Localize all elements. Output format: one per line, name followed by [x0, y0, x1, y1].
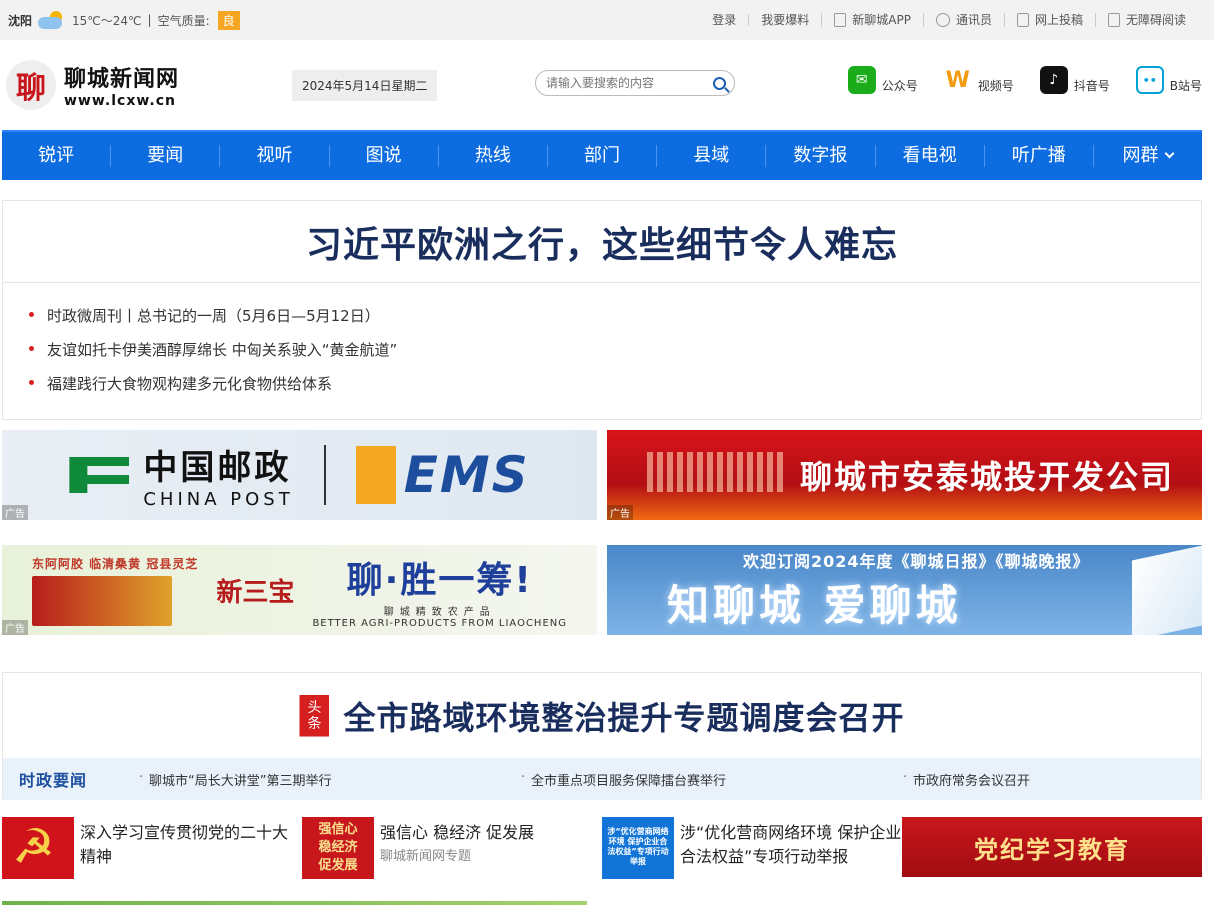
city-name: 沈阳 [8, 13, 33, 28]
bilibili-account[interactable]: •• B站号 [1135, 66, 1202, 94]
top-story-section: 头条 全市路域环境整治提升专题调度会召开 时政要闻 聊城市“局长大讲堂”第三期举… [2, 672, 1202, 800]
headline-title[interactable]: 习近平欧洲之行，这些细节令人难忘 [3, 201, 1201, 283]
feature-party-discipline-banner[interactable]: 党纪学习教育 [902, 817, 1202, 877]
image-strip [2, 901, 587, 905]
phone-icon [834, 13, 847, 27]
political-news-bar: 时政要闻 聊城市“局长大讲堂”第三期举行 全市重点项目服务保障擂台赛举行 市政府… [3, 758, 1201, 800]
wechat-icon: ✉ [847, 66, 876, 94]
douyin-account[interactable]: ♪ 抖音号 [1039, 66, 1110, 94]
business-env-thumb: 涉“优化营商网络环境 保护企业合法权益”专项行动举报 [602, 817, 674, 879]
nav-rexian[interactable]: 热线 [439, 145, 548, 167]
temperature: 15℃～24℃ [72, 13, 142, 28]
logo-url: www.lcxw.cn [64, 93, 176, 109]
douyin-icon: ♪ [1039, 66, 1068, 94]
submit-article-link[interactable]: 网上投稿 [1003, 13, 1095, 27]
ad-china-post[interactable]: 中国邮政 CHINA POST EMS 广告 [2, 430, 597, 520]
report-tip-link[interactable]: 我要爆料 [748, 14, 821, 26]
top-story-badge: 头条 [299, 694, 330, 737]
logo-mark: 聊 [6, 60, 56, 110]
video-channel-account[interactable]: W 视频号 [943, 66, 1014, 94]
air-quality-badge: 良 [217, 10, 240, 30]
video-channel-icon: W [943, 66, 972, 94]
newspaper-image [1132, 545, 1202, 635]
ad-grid: 中国邮政 CHINA POST EMS 广告 聊城市安泰城投开发公司 广告 东阿… [2, 430, 1202, 635]
nav-radio[interactable]: 听广播 [985, 145, 1094, 167]
nav-tv[interactable]: 看电视 [876, 145, 985, 167]
political-news-label: 时政要闻 [19, 771, 88, 790]
logo-name: 聊城新闻网 [64, 67, 180, 92]
feature-party-congress[interactable]: 深入学习宣传贯彻党的二十大精神 [2, 817, 302, 879]
search-box [535, 70, 735, 96]
news-link[interactable]: 全市重点项目服务保障擂台赛举行 [521, 770, 903, 789]
weather-info: 沈阳 15℃～24℃ | 空气质量: 良 [8, 10, 240, 30]
person-icon [935, 13, 950, 27]
app-link[interactable]: 新聊城APP [821, 13, 923, 27]
headline-section: 习近平欧洲之行，这些细节令人难忘 时政微周刊丨总书记的一周（5月6日—5月12日… [2, 200, 1202, 420]
ad-tag: 广告 [607, 505, 633, 520]
main-nav: 锐评 要闻 视听 图说 热线 部门 县域 数字报 看电视 听广播 网群 [2, 130, 1202, 180]
china-post-logo-icon [69, 457, 130, 493]
accessibility-icon [1107, 13, 1120, 27]
ad-agri-products[interactable]: 东阿阿胶 临清桑黄 冠县灵芝 新三宝 聊·胜一筹! 聊城精致农产品 BETTER… [2, 545, 597, 635]
ad-antai[interactable]: 聊城市安泰城投开发公司 广告 [607, 430, 1202, 520]
site-logo[interactable]: 聊 聊城新闻网 www.lcxw.cn [6, 60, 179, 110]
social-accounts: ✉ 公众号 W 视频号 ♪ 抖音号 •• B站号 [847, 66, 1202, 94]
list-item[interactable]: 福建践行大食物观构建多元化食物供给体系 [27, 373, 1201, 394]
top-story-title[interactable]: 头条 全市路域环境整治提升专题调度会召开 [3, 673, 1201, 758]
nav-network-group[interactable]: 网群 [1094, 145, 1202, 167]
nav-digital-paper[interactable]: 数字报 [766, 145, 876, 167]
current-date: 2024年5月14日星期二 [292, 70, 438, 101]
ad-tag: 广告 [2, 620, 28, 635]
party-emblem-icon [2, 817, 74, 879]
ad-newspaper-subscription[interactable]: 欢迎订阅2024年度《聊城日报》《聊城晚报》 知聊城 爱聊城 [607, 545, 1202, 635]
list-item[interactable]: 时政微周刊丨总书记的一周（5月6日—5月12日） [27, 305, 1201, 326]
chevron-down-icon [1165, 148, 1175, 159]
site-header: 聊 聊城新闻网 www.lcxw.cn 2024年5月14日星期二 ✉ 公众号 … [0, 40, 1214, 130]
air-quality-label: 空气质量: [157, 13, 210, 28]
nav-shiting[interactable]: 视听 [220, 145, 330, 167]
partly-cloudy-icon [38, 11, 66, 29]
economy-topic-thumb: 强信心 稳经济 促发展 [302, 817, 374, 879]
wechat-account[interactable]: ✉ 公众号 [847, 66, 918, 94]
nav-xianyu[interactable]: 县域 [657, 145, 767, 167]
top-bar: 沈阳 15℃～24℃ | 空气质量: 良 登录 我要爆料 新聊城APP 通讯员 … [0, 0, 1214, 40]
nav-yaowen[interactable]: 要闻 [111, 145, 221, 167]
nav-ruiping[interactable]: 锐评 [2, 145, 112, 167]
feature-economy[interactable]: 强信心 稳经济 促发展 强信心 稳经济 促发展 聊城新闻网专题 [302, 817, 602, 879]
search-input[interactable] [546, 76, 713, 90]
correspondent-link[interactable]: 通讯员 [922, 13, 1004, 27]
list-item[interactable]: 友谊如托卡伊美酒醇厚绵长 中匈关系驶入“黄金航道” [27, 339, 1201, 360]
document-icon [1016, 13, 1029, 27]
ad-tag: 广告 [2, 505, 28, 520]
gift-box-image [32, 575, 172, 626]
accessibility-link[interactable]: 无障碍阅读 [1094, 13, 1198, 27]
bilibili-icon: •• [1135, 66, 1164, 94]
news-link[interactable]: 聊城市“局长大讲堂”第三期举行 [139, 770, 521, 789]
top-links: 登录 我要爆料 新聊城APP 通讯员 网上投稿 无障碍阅读 [700, 13, 1198, 27]
search-icon[interactable] [713, 76, 726, 90]
ems-logo: EMS [355, 446, 530, 504]
login-link[interactable]: 登录 [700, 14, 748, 26]
skyline-graphic [647, 452, 787, 492]
headline-list: 时政微周刊丨总书记的一周（5月6日—5月12日） 友谊如托卡伊美酒醇厚绵长 中匈… [3, 283, 1201, 394]
nav-tushuo[interactable]: 图说 [330, 145, 439, 167]
agri-brand-seal: 新三宝 [216, 577, 295, 608]
feature-business-env-report[interactable]: 涉“优化营商网络环境 保护企业合法权益”专项行动举报 涉“优化营商网络环境 保护… [602, 817, 902, 879]
nav-bumen[interactable]: 部门 [548, 145, 658, 167]
news-link[interactable]: 市政府常务会议召开 [903, 770, 1030, 789]
feature-row: 深入学习宣传贯彻党的二十大精神 强信心 稳经济 促发展 强信心 稳经济 促发展 … [2, 817, 1202, 879]
